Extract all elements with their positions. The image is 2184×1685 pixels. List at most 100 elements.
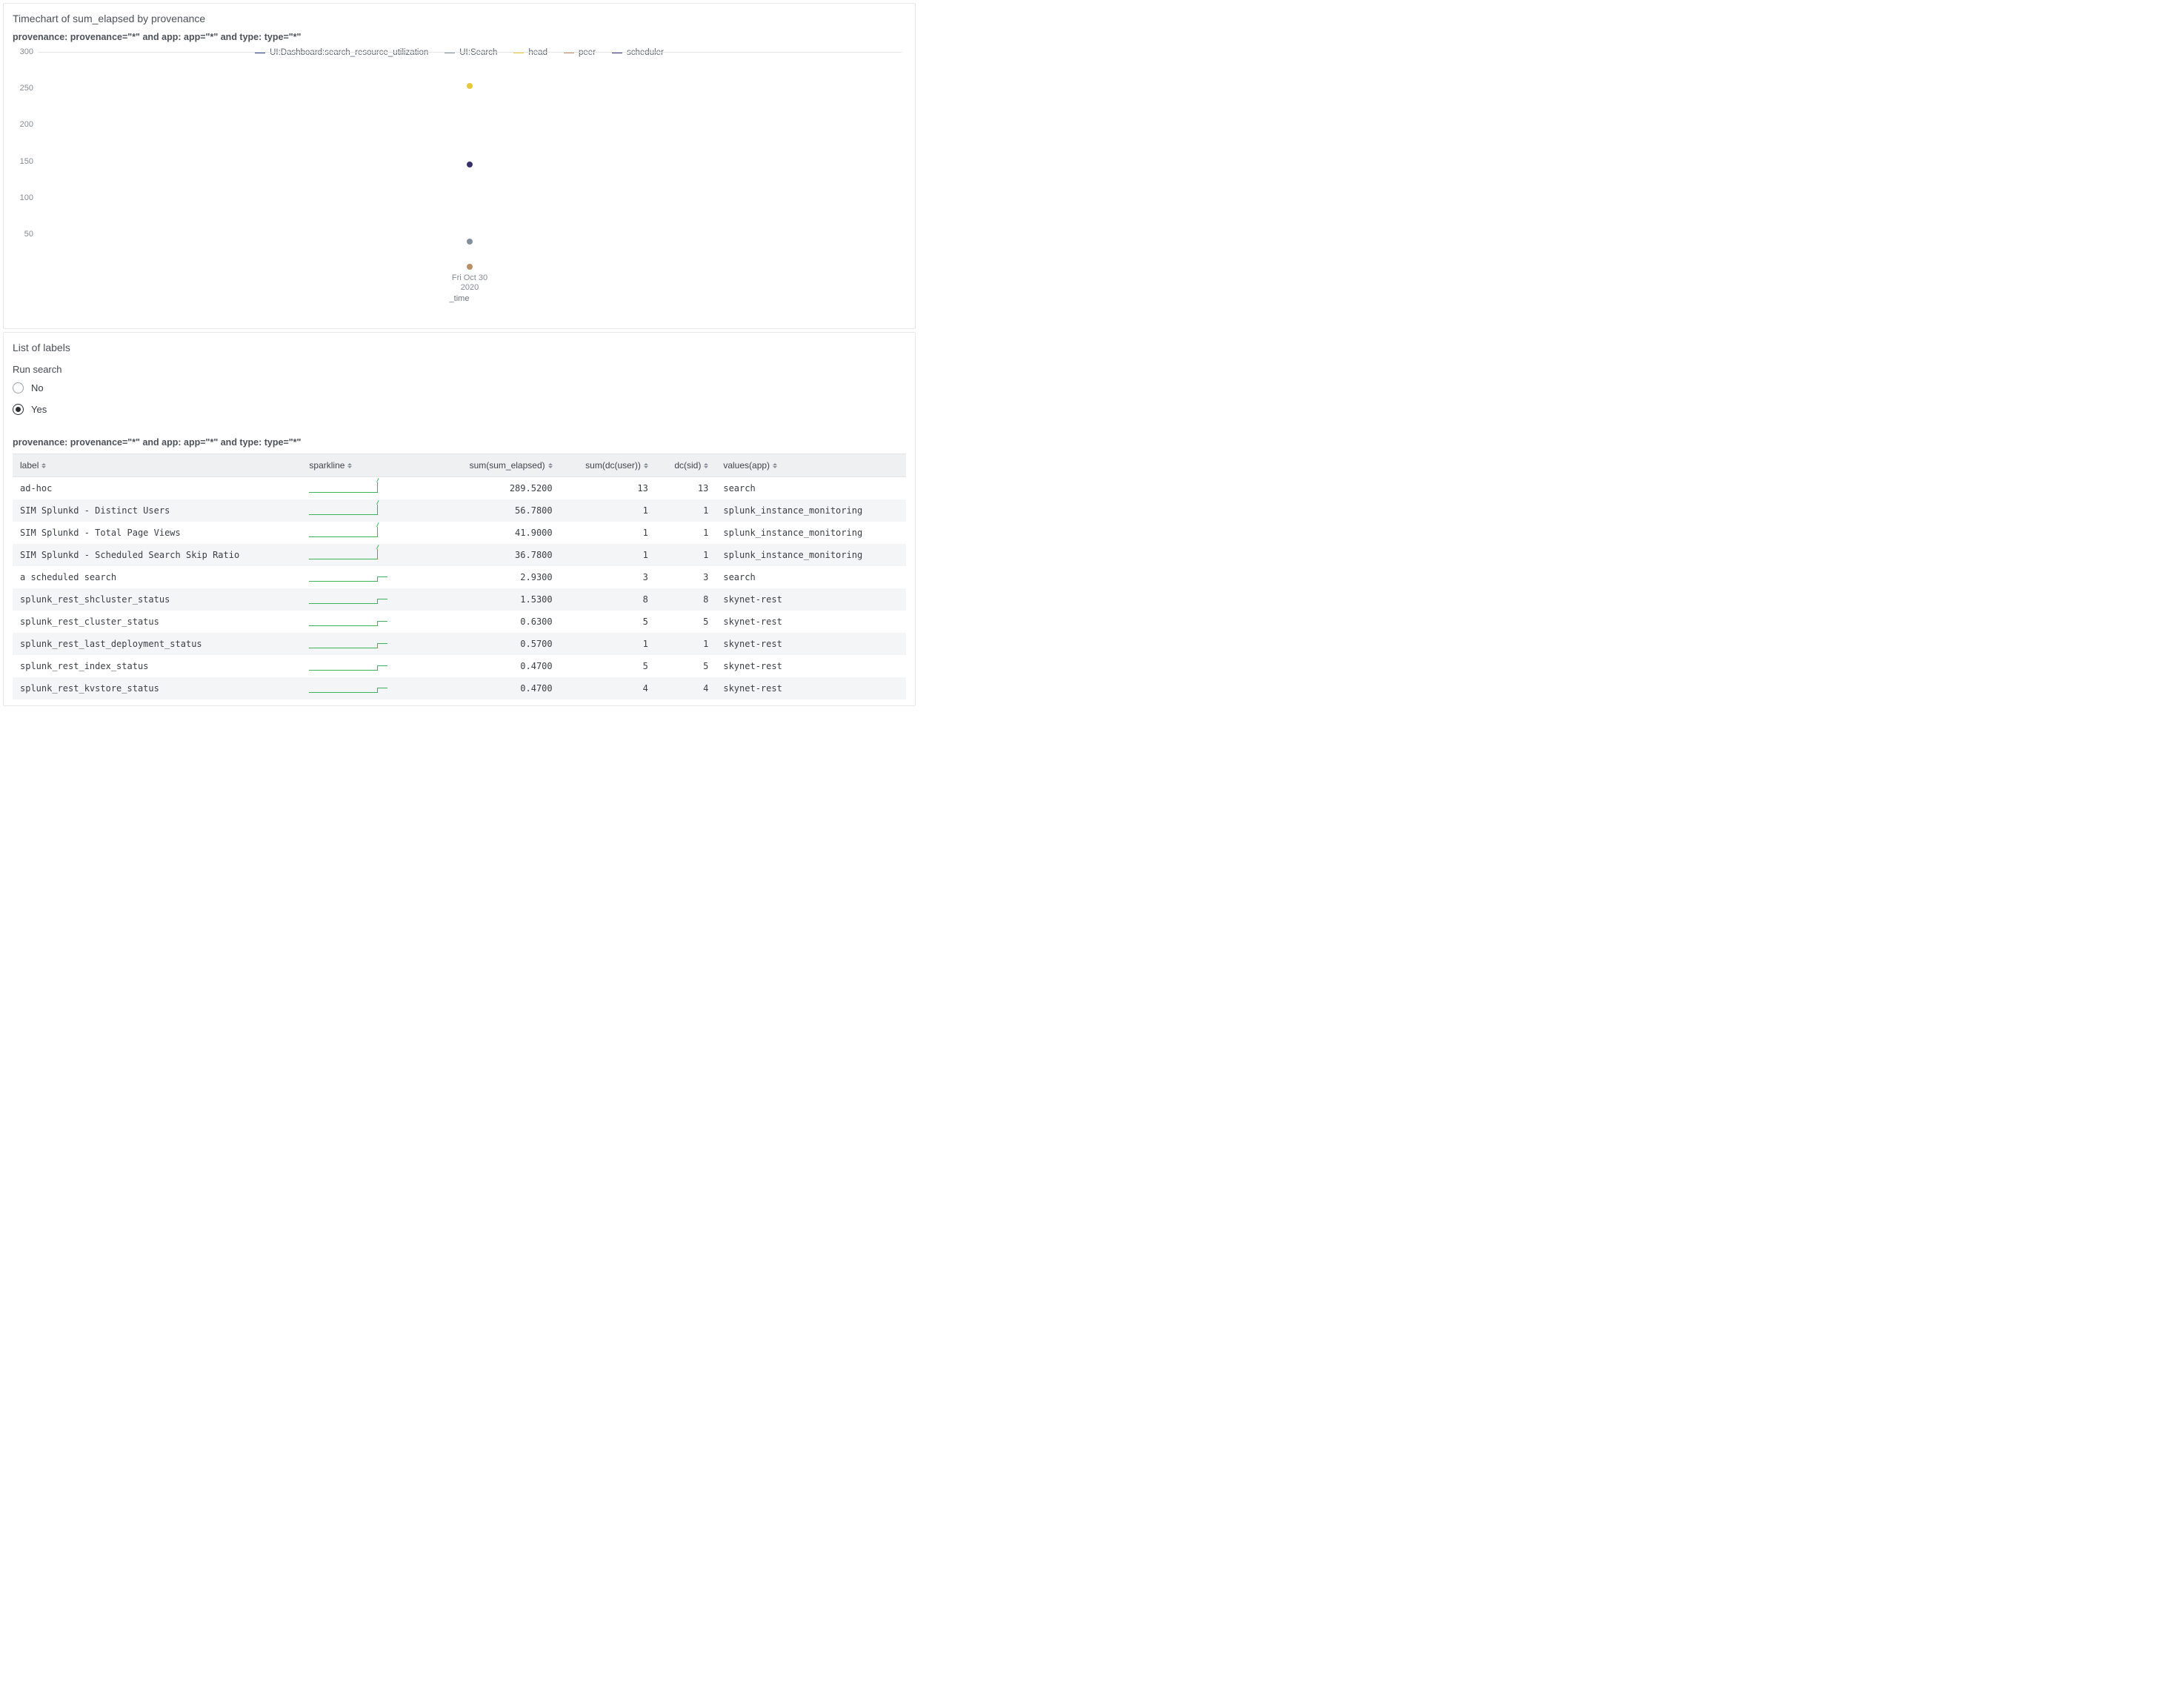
column-header-label: values(app) <box>723 460 770 471</box>
labels-title: List of labels <box>13 342 906 353</box>
table-row[interactable]: splunk_rest_kvstore_status0.470044skynet… <box>13 677 906 699</box>
radio-option-yes[interactable]: Yes <box>13 404 906 415</box>
plot-area: Fri Oct 30 2020 50100150200250300 <box>38 52 902 270</box>
column-header-values_app[interactable]: values(app) <box>716 454 906 477</box>
table-header-row: label sparkline sum(sum_elapsed) sum(dc(use… <box>13 454 906 477</box>
cell-dc-sid: 1 <box>656 633 716 655</box>
cell-label: splunk_rest_shcluster_status <box>13 588 302 611</box>
cell-label: SIM Splunkd - Total Page Views <box>13 522 302 544</box>
table-row[interactable]: splunk_rest_cluster_status0.630055skynet… <box>13 611 906 633</box>
cell-values-app: skynet-rest <box>716 655 906 677</box>
cell-sum-dc-user: 5 <box>560 655 656 677</box>
cell-values-app: splunk_instance_monitoring <box>716 499 906 522</box>
sparkline-icon <box>309 504 405 517</box>
panel-title: Timechart of sum_elapsed by provenance <box>13 13 906 24</box>
radio-option-no[interactable]: No <box>13 382 906 393</box>
cell-dc-sid: 8 <box>656 588 716 611</box>
sparkline-icon <box>309 548 405 562</box>
column-header-sum_sum_elapsed[interactable]: sum(sum_elapsed) <box>439 454 560 477</box>
cell-values-app: skynet-rest <box>716 633 906 655</box>
cell-sum-sum-elapsed: 289.5200 <box>439 477 560 500</box>
cell-sparkline <box>302 611 439 633</box>
cell-label: SIM Splunkd - Distinct Users <box>13 499 302 522</box>
cell-sparkline <box>302 522 439 544</box>
cell-sum-sum-elapsed: 0.4700 <box>439 655 560 677</box>
column-header-sum_dc_user[interactable]: sum(dc(user)) <box>560 454 656 477</box>
sparkline-icon <box>309 659 405 673</box>
panel-subtitle: provenance: provenance="*" and app: app=… <box>13 32 906 42</box>
cell-sum-sum-elapsed: 0.6300 <box>439 611 560 633</box>
y-tick-label: 50 <box>13 230 33 239</box>
cell-dc-sid: 3 <box>656 566 716 588</box>
y-tick-label: 300 <box>13 47 33 56</box>
y-tick-label: 200 <box>13 120 33 129</box>
cell-dc-sid: 5 <box>656 611 716 633</box>
x-tick-line-1: Fri Oct 30 <box>452 273 487 282</box>
cell-label: splunk_rest_cluster_status <box>13 611 302 633</box>
cell-sum-dc-user: 1 <box>560 544 656 566</box>
table-body: ad-hoc289.52001313searchSIM Splunkd - Di… <box>13 477 906 700</box>
table-row[interactable]: a scheduled search2.930033search <box>13 566 906 588</box>
cell-sum-sum-elapsed: 0.4700 <box>439 677 560 699</box>
sort-icon <box>773 463 777 468</box>
table-row[interactable]: SIM Splunkd - Total Page Views41.900011s… <box>13 522 906 544</box>
cell-sum-dc-user: 4 <box>560 677 656 699</box>
chart-point[interactable] <box>467 264 473 270</box>
cell-sum-dc-user: 8 <box>560 588 656 611</box>
column-header-label[interactable]: label <box>13 454 302 477</box>
column-header-label: sparkline <box>309 460 344 471</box>
sort-icon <box>41 463 46 468</box>
table-row[interactable]: splunk_rest_index_status0.470055skynet-r… <box>13 655 906 677</box>
table-row[interactable]: ad-hoc289.52001313search <box>13 477 906 500</box>
cell-dc-sid: 4 <box>656 677 716 699</box>
cell-sparkline <box>302 633 439 655</box>
cell-dc-sid: 1 <box>656 544 716 566</box>
column-header-label: sum(sum_elapsed) <box>470 460 545 471</box>
cell-values-app: skynet-rest <box>716 611 906 633</box>
cell-label: splunk_rest_kvstore_status <box>13 677 302 699</box>
table-row[interactable]: SIM Splunkd - Scheduled Search Skip Rati… <box>13 544 906 566</box>
labels-panel: List of labels Run search No Yes provenan… <box>3 332 916 706</box>
cell-sparkline <box>302 477 439 500</box>
run-search-label: Run search <box>13 364 906 375</box>
cell-sum-dc-user: 5 <box>560 611 656 633</box>
column-header-dc_sid[interactable]: dc(sid) <box>656 454 716 477</box>
cell-values-app: skynet-rest <box>716 677 906 699</box>
cell-sum-dc-user: 13 <box>560 477 656 500</box>
column-header-sparkline[interactable]: sparkline <box>302 454 439 477</box>
column-header-label: label <box>20 460 39 471</box>
cell-sum-dc-user: 1 <box>560 522 656 544</box>
table-row[interactable]: SIM Splunkd - Distinct Users56.780011spl… <box>13 499 906 522</box>
cell-sum-sum-elapsed: 41.9000 <box>439 522 560 544</box>
cell-sparkline <box>302 677 439 699</box>
sort-icon <box>548 463 553 468</box>
cell-label: SIM Splunkd - Scheduled Search Skip Rati… <box>13 544 302 566</box>
sparkline-icon <box>309 615 405 628</box>
x-axis-label: _time <box>13 294 906 303</box>
run-search-radio-group: No Yes <box>13 382 906 415</box>
table-row[interactable]: splunk_rest_shcluster_status1.530088skyn… <box>13 588 906 611</box>
chart-point[interactable] <box>467 83 473 89</box>
cell-sum-sum-elapsed: 1.5300 <box>439 588 560 611</box>
radio-label: Yes <box>31 404 47 415</box>
column-header-label: sum(dc(user)) <box>585 460 641 471</box>
y-tick-label: 150 <box>13 157 33 166</box>
radio-label: No <box>31 382 44 393</box>
sort-icon <box>644 463 648 468</box>
cell-label: splunk_rest_index_status <box>13 655 302 677</box>
cell-sum-dc-user: 1 <box>560 499 656 522</box>
cell-sum-dc-user: 3 <box>560 566 656 588</box>
cell-sum-dc-user: 1 <box>560 633 656 655</box>
cell-sum-sum-elapsed: 56.7800 <box>439 499 560 522</box>
table-row[interactable]: splunk_rest_last_deployment_status0.5700… <box>13 633 906 655</box>
chart-point[interactable] <box>467 239 473 245</box>
cell-sparkline <box>302 655 439 677</box>
chart-point[interactable] <box>467 162 473 167</box>
y-tick-label: 250 <box>13 84 33 93</box>
table-subtitle: provenance: provenance="*" and app: app=… <box>13 437 906 448</box>
cell-values-app: skynet-rest <box>716 588 906 611</box>
cell-values-app: search <box>716 477 906 500</box>
x-tick-line-2: 2020 <box>461 283 479 292</box>
sparkline-icon <box>309 526 405 539</box>
timechart-panel: Timechart of sum_elapsed by provenance p… <box>3 3 916 329</box>
